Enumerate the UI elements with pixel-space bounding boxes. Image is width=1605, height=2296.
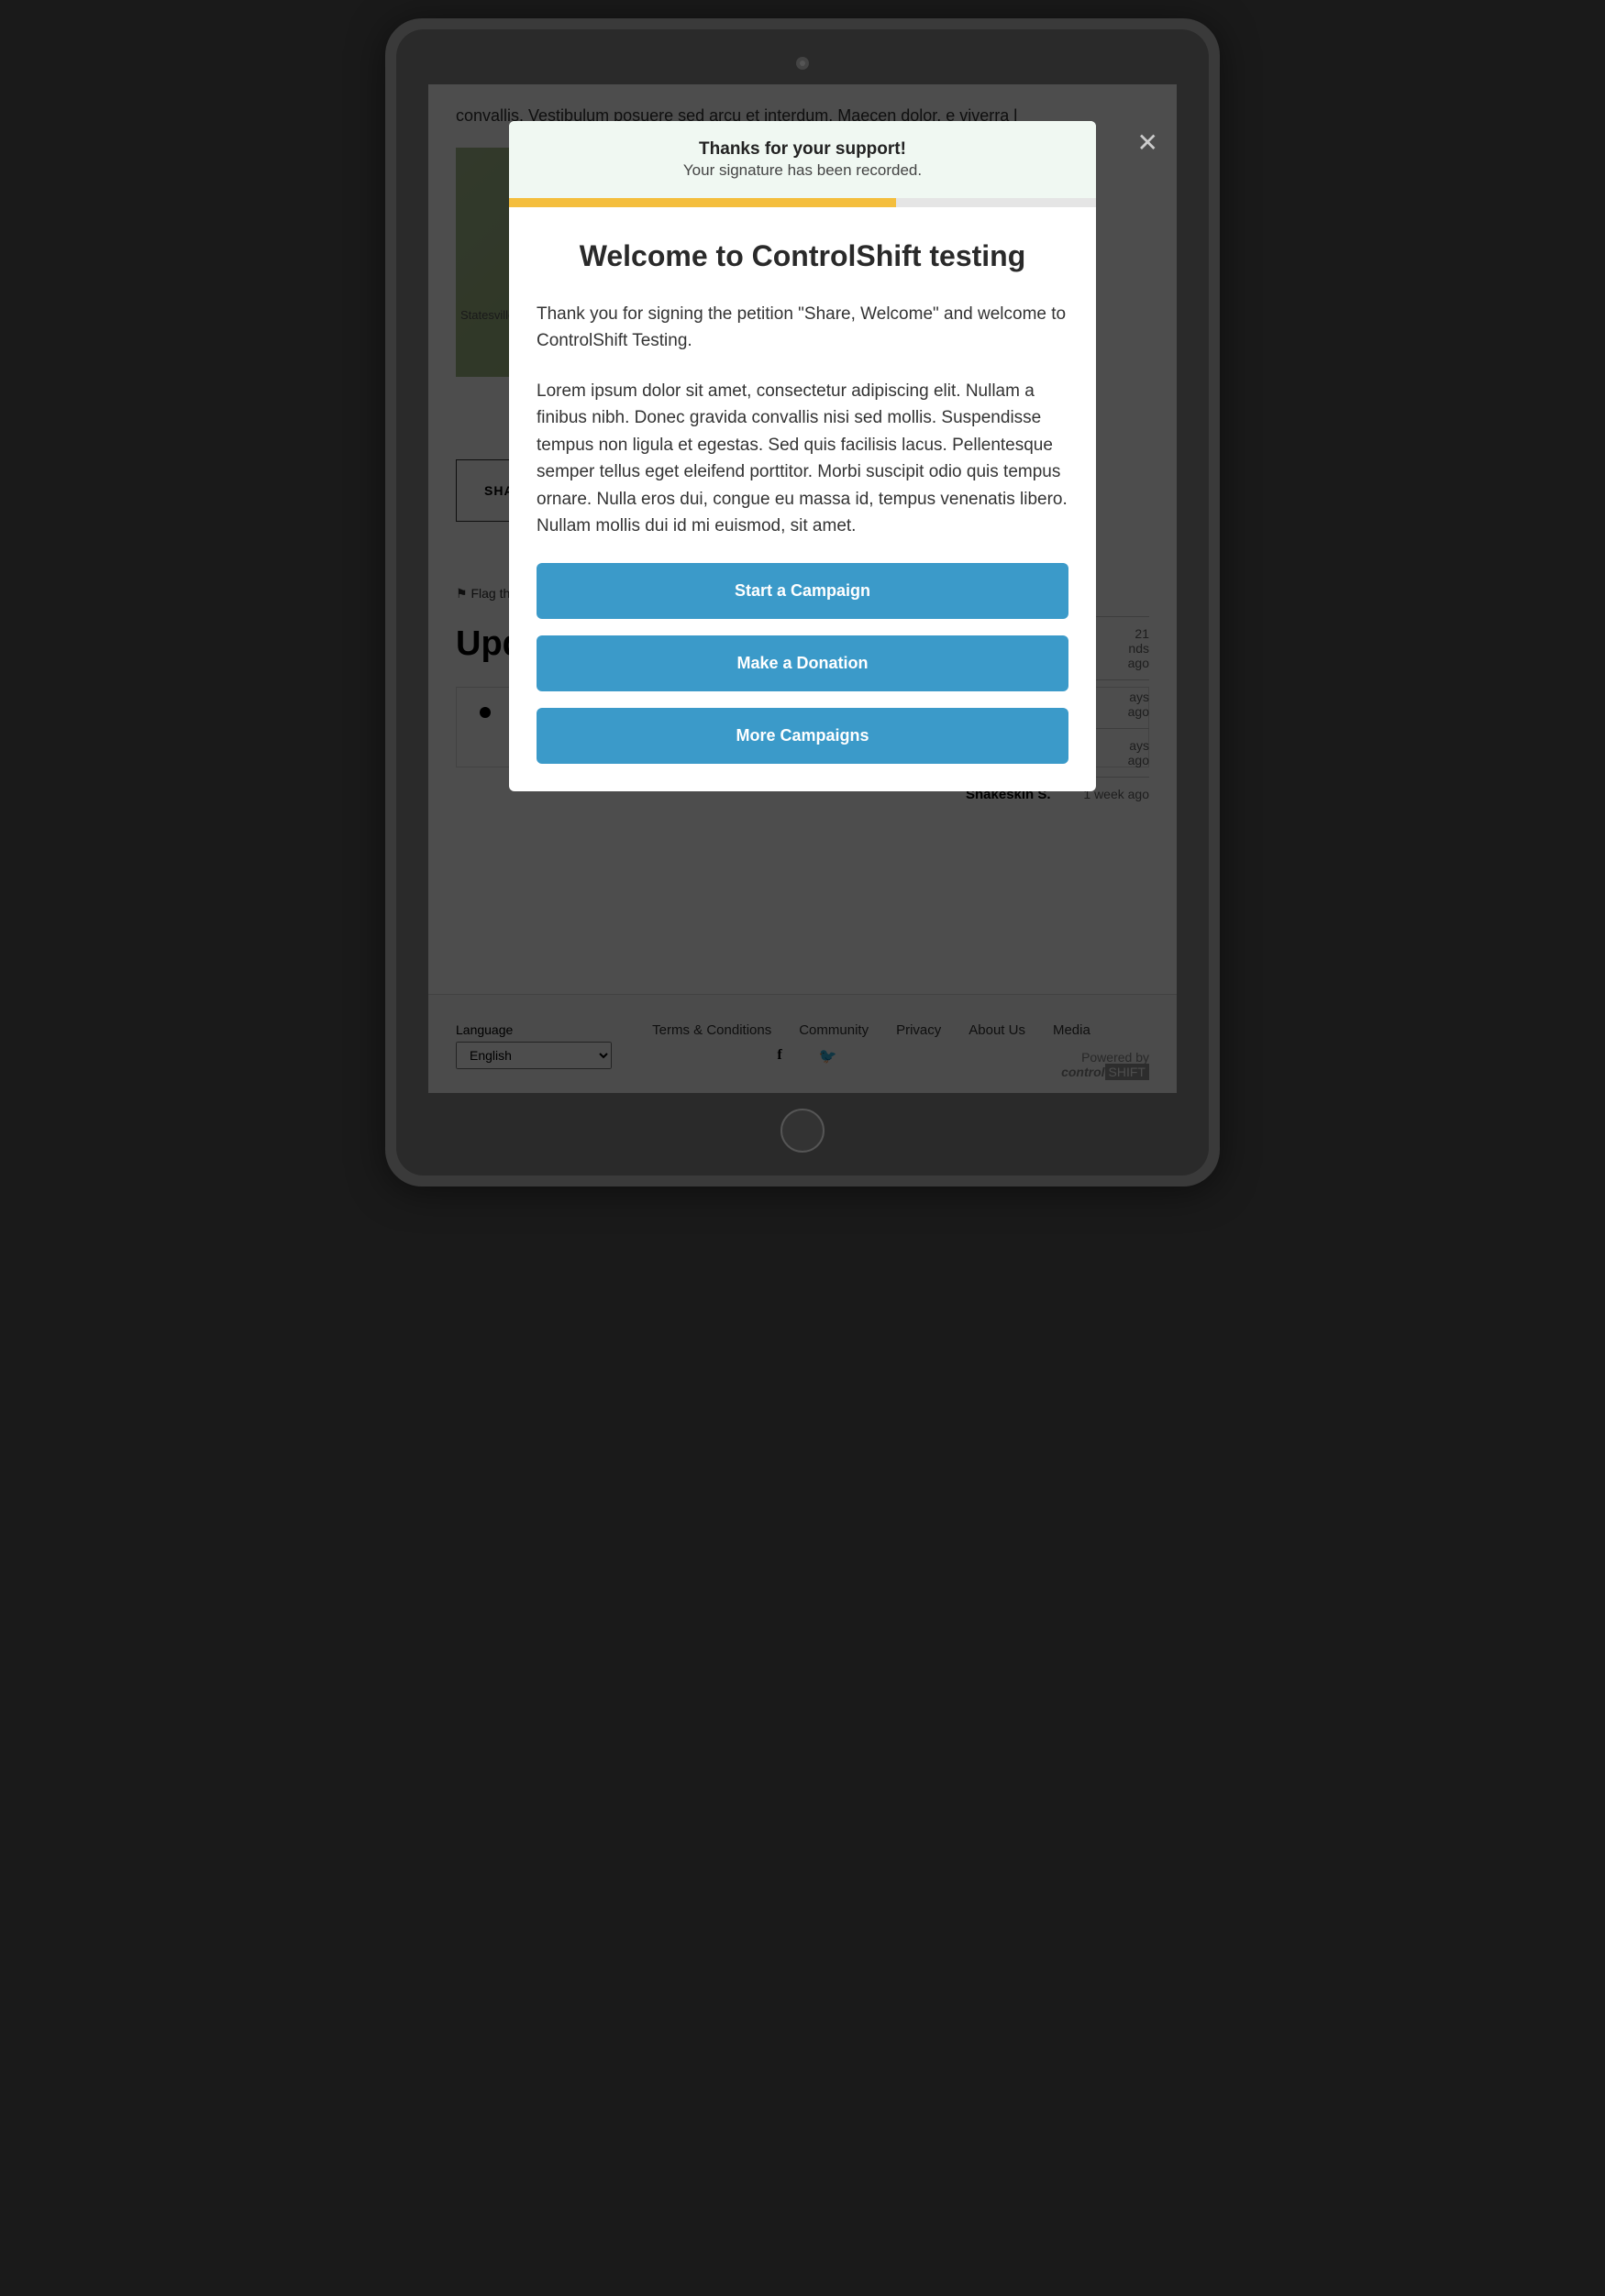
modal-body: Welcome to ControlShift testing Thank yo… [509, 207, 1096, 791]
progress-fill [509, 198, 896, 207]
close-icon[interactable]: ✕ [1137, 130, 1158, 156]
thanks-subtitle: Your signature has been recorded. [527, 161, 1078, 180]
tablet-frame: convallis. Vestibulum posuere sed arcu e… [385, 18, 1220, 1187]
progress-bar [509, 198, 1096, 207]
welcome-modal: Thanks for your support! Your signature … [509, 121, 1096, 791]
more-campaigns-button[interactable]: More Campaigns [537, 708, 1068, 764]
home-button[interactable] [780, 1109, 825, 1153]
modal-paragraph-intro: Thank you for signing the petition "Shar… [537, 301, 1068, 355]
camera-icon [796, 57, 809, 70]
screen: convallis. Vestibulum posuere sed arcu e… [428, 84, 1177, 1093]
modal-heading: Welcome to ControlShift testing [537, 239, 1068, 273]
start-campaign-button[interactable]: Start a Campaign [537, 563, 1068, 619]
modal-paragraph-body: Lorem ipsum dolor sit amet, consectetur … [537, 378, 1068, 540]
thanks-title: Thanks for your support! [527, 139, 1078, 160]
thanks-banner: Thanks for your support! Your signature … [509, 121, 1096, 198]
tablet-bezel: convallis. Vestibulum posuere sed arcu e… [396, 29, 1209, 1176]
modal-overlay: ✕ Thanks for your support! Your signatur… [428, 84, 1177, 1093]
make-donation-button[interactable]: Make a Donation [537, 635, 1068, 691]
